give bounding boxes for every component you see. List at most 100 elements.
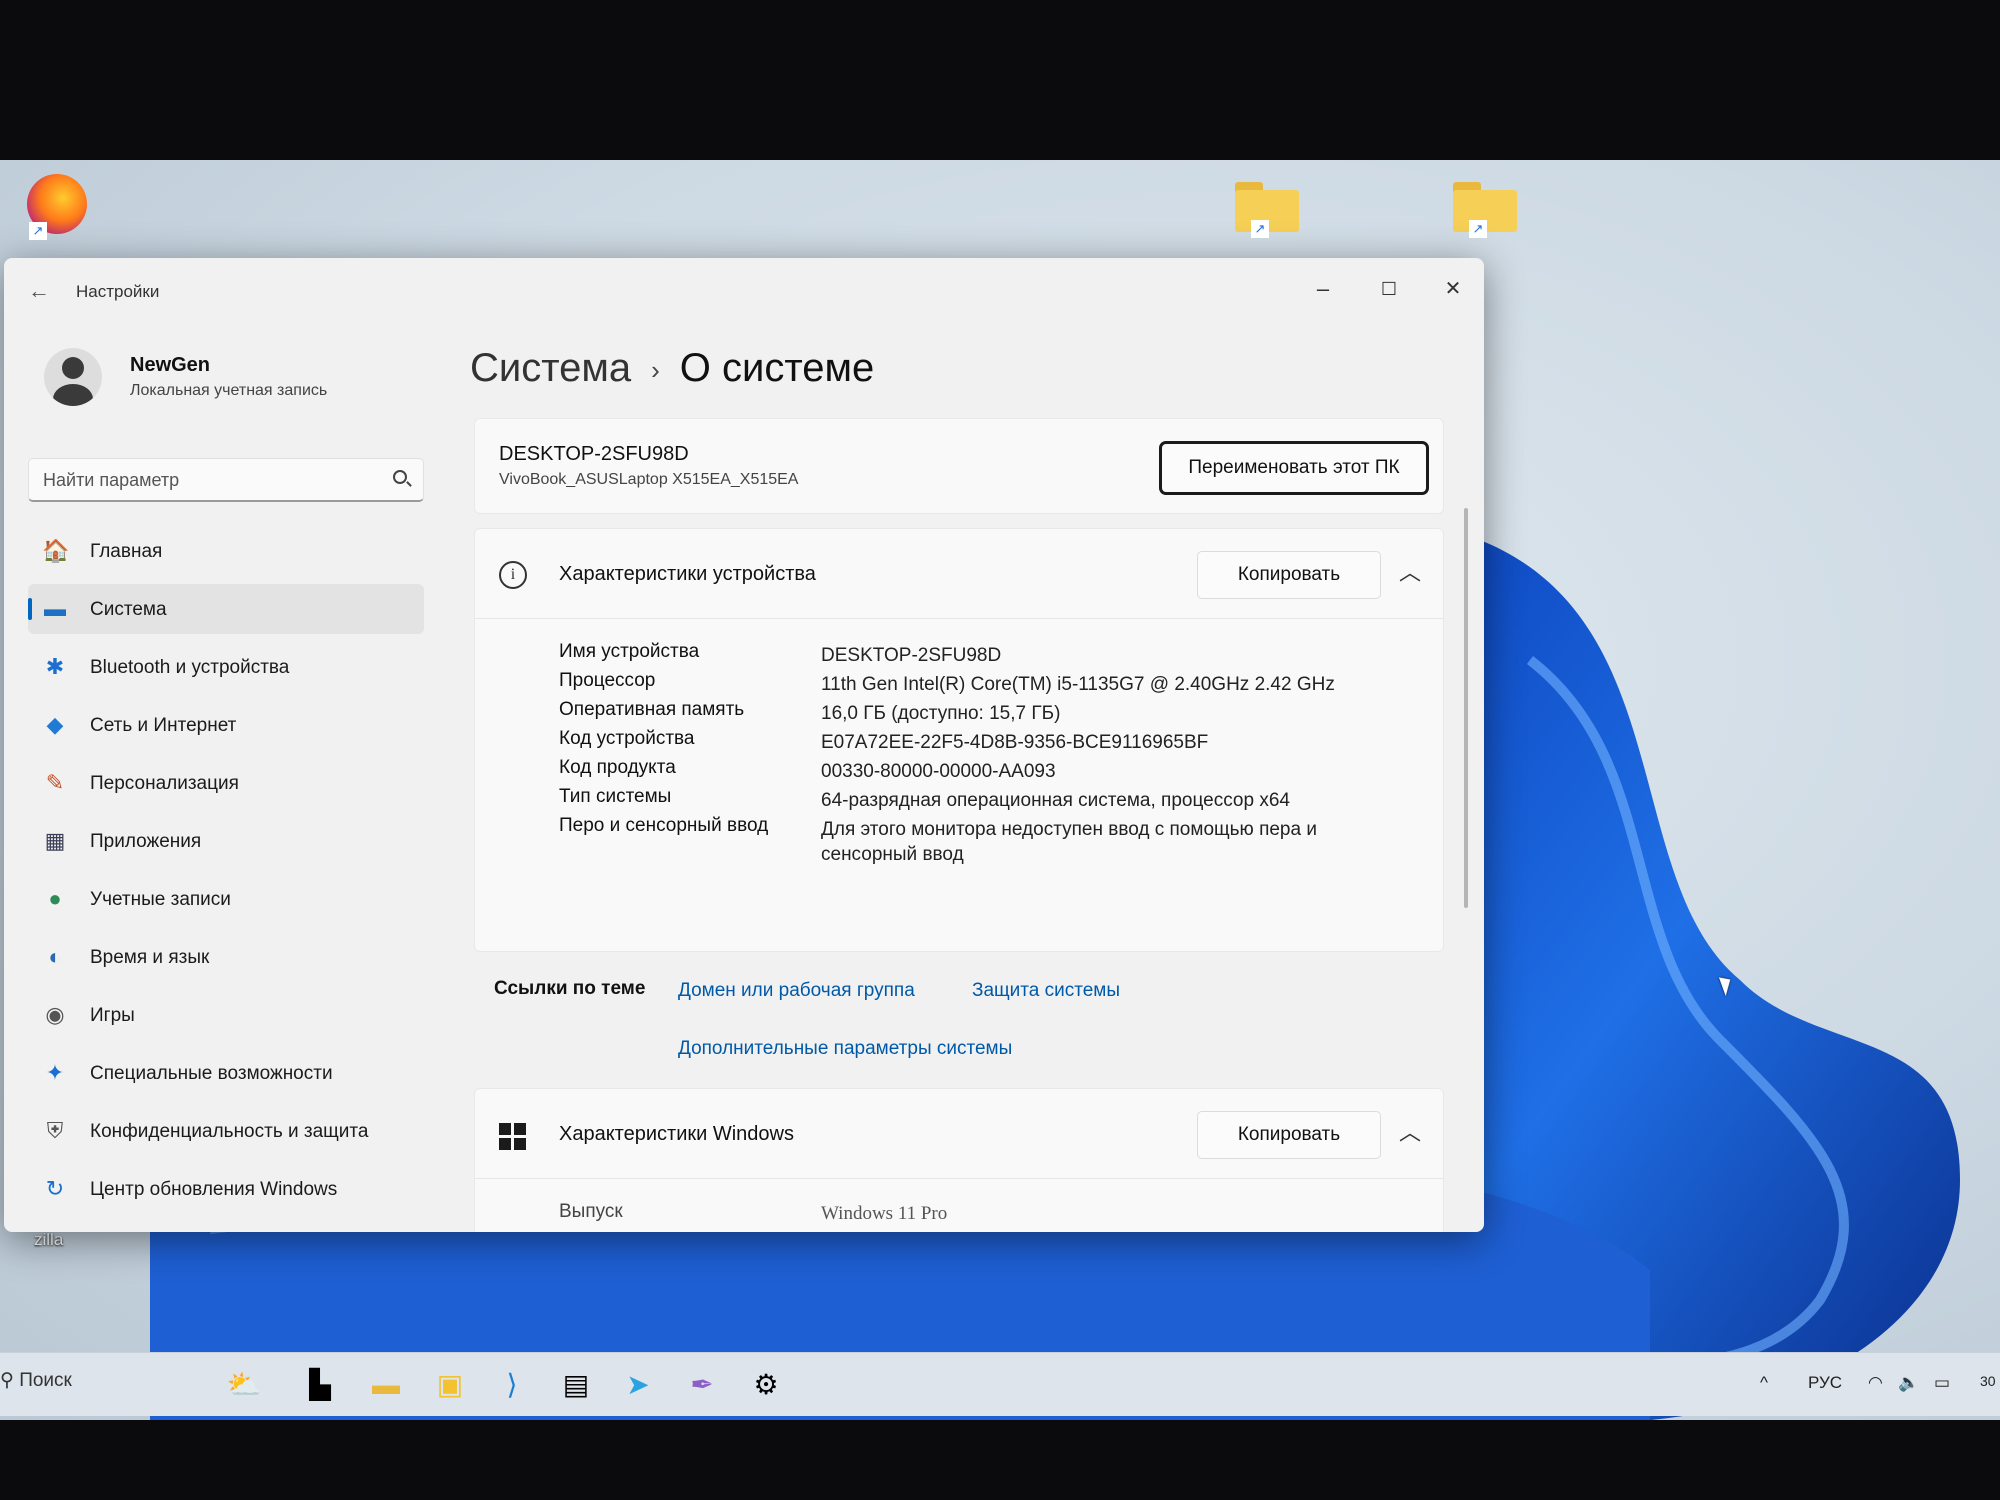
link-system-protection[interactable]: Защита системы <box>972 980 1120 1002</box>
spec-label: Выпуск <box>559 1201 623 1222</box>
language-indicator[interactable]: РУС <box>1808 1373 1842 1393</box>
time-language-icon: ◐ <box>48 944 62 969</box>
pc-model: VivoBook_ASUSLaptop X515EA_X515EA <box>499 471 799 488</box>
related-links-title: Ссылки по теме <box>494 978 646 999</box>
settings-window: ← Настройки – ☐ ✕ NewGen Локальная учетн… <box>4 258 1484 1232</box>
home-icon: 🏠 <box>42 538 70 563</box>
clock-partial[interactable]: 30 <box>1980 1373 1996 1389</box>
sidebar-item[interactable]: ◆ Сеть и Интернет <box>28 700 424 750</box>
accessibility-icon: ✦ <box>45 1060 65 1085</box>
chevron-right-icon: › <box>651 354 660 385</box>
shortcut-arrow-icon: ↗ <box>1469 220 1487 238</box>
pc-name: DESKTOP-2SFU98D <box>499 443 689 465</box>
breadcrumb-parent[interactable]: Система <box>470 346 631 390</box>
copy-windows-specs-button[interactable]: Копировать <box>1197 1111 1381 1159</box>
battery-icon[interactable]: ▭ <box>1934 1373 1950 1393</box>
chevron-up-icon[interactable]: ︿ <box>1399 1115 1421 1147</box>
main-content: Система › О системе DESKTOP-2SFU98D VivoBo… <box>464 328 1474 1232</box>
vscode-icon[interactable]: ⟩ <box>490 1363 534 1407</box>
network-icon: ◆ <box>46 712 64 737</box>
spec-label: Тип системы <box>559 786 672 807</box>
telegram-icon[interactable]: ➤ <box>616 1363 660 1407</box>
sidebar-item[interactable]: ◐ Время и язык <box>28 932 424 982</box>
breadcrumb: Система › О системе <box>470 346 874 391</box>
shield-icon: ⛨ <box>46 1118 64 1143</box>
sidebar-item-label: Сеть и Интернет <box>90 715 237 736</box>
link-domain-workgroup[interactable]: Домен или рабочая группа <box>678 980 915 1002</box>
sidebar-item[interactable]: 🏠 Главная <box>28 526 424 576</box>
shortcut-arrow-icon: ↗ <box>29 222 47 240</box>
pen-icon[interactable]: ✒ <box>680 1363 724 1407</box>
notes-icon[interactable]: ▣ <box>428 1363 472 1407</box>
windows-specs-header[interactable]: Характеристики Windows Копировать ︿ <box>475 1089 1443 1179</box>
wifi-icon[interactable]: ◠ <box>1868 1373 1883 1393</box>
rename-pc-button[interactable]: Переименовать этот ПК <box>1159 441 1429 495</box>
weather-icon[interactable]: ⛅ <box>222 1363 266 1407</box>
update-icon: ↻ <box>45 1176 65 1201</box>
device-specs-header[interactable]: i Характеристики устройства Копировать ︿ <box>475 529 1443 619</box>
link-advanced-system-settings[interactable]: Дополнительные параметры системы <box>678 1038 1012 1060</box>
copy-device-specs-button[interactable]: Копировать <box>1197 551 1381 599</box>
device-specs-card: i Характеристики устройства Копировать ︿… <box>474 528 1444 952</box>
search-input[interactable] <box>43 459 373 501</box>
folder-icon: ↗ <box>1235 182 1299 238</box>
sidebar-item[interactable]: ⛨ Конфиденциальность и защита <box>28 1106 424 1156</box>
task-view-icon[interactable]: ▙ <box>298 1363 342 1407</box>
folder-desktop-icon[interactable]: ↗ <box>1212 182 1322 238</box>
firefox-icon: ↗ <box>27 174 87 240</box>
spec-value: 16,0 ГБ (доступно: 15,7 ГБ) <box>821 703 1061 724</box>
accounts-icon: ● <box>48 886 62 911</box>
sidebar-item[interactable]: ▦ Приложения <box>28 816 424 866</box>
shortcut-arrow-icon: ↗ <box>1251 220 1269 238</box>
sidebar-item-label: Конфиденциальность и защита <box>90 1121 369 1142</box>
apps-icon: ▦ <box>44 828 66 853</box>
spec-label: Код устройства <box>559 728 695 749</box>
spec-value: DESKTOP-2SFU98D <box>821 645 1002 666</box>
sidebar-item-label: Игры <box>90 1005 135 1026</box>
related-links: Ссылки по теме Домен или рабочая группа … <box>494 964 1454 1074</box>
chevron-up-icon[interactable]: ^ <box>1760 1373 1768 1393</box>
spec-value: Для этого монитора недоступен ввод с пом… <box>821 819 1317 865</box>
sidebar-item[interactable]: ↻ Центр обновления Windows <box>28 1164 424 1214</box>
desktop-bottom-label: zilla <box>34 1230 64 1249</box>
sidebar-item[interactable]: ✎ Персонализация <box>28 758 424 808</box>
chevron-up-icon[interactable]: ︿ <box>1399 555 1421 587</box>
device-specs-title: Характеристики устройства <box>559 563 816 585</box>
sidebar-item[interactable]: ✦ Специальные возможности <box>28 1048 424 1098</box>
scrollbar[interactable] <box>1464 508 1468 908</box>
back-arrow-icon[interactable]: ← <box>28 278 50 304</box>
maximize-button[interactable]: ☐ <box>1364 272 1414 306</box>
gamepad-icon: ◉ <box>45 1002 65 1027</box>
firefox-desktop-icon[interactable]: ↗ <box>2 174 112 240</box>
close-button[interactable]: ✕ <box>1428 272 1478 306</box>
sidebar-item[interactable]: ◉ Игры <box>28 990 424 1040</box>
spec-value: Windows 11 Pro <box>821 1203 948 1224</box>
info-icon: i <box>499 561 527 589</box>
user-name: NewGen <box>130 354 211 376</box>
sidebar-item-label: Учетные записи <box>90 889 231 910</box>
windows-logo-icon <box>499 1123 527 1151</box>
sidebar-item-label: Приложения <box>90 831 202 852</box>
sidebar-item[interactable]: ● Учетные записи <box>28 874 424 924</box>
spec-value: 00330-80000-00000-AA093 <box>821 761 1056 782</box>
search-icon[interactable] <box>393 470 407 484</box>
explorer-icon[interactable]: ▬ <box>364 1363 408 1407</box>
sidebar-item-label: Bluetooth и устройства <box>90 657 290 678</box>
calculator-icon[interactable]: ▤ <box>554 1363 598 1407</box>
taskbar: ⚲ Поиск ⛅ ▙ ▬ ▣ ⟩ ▤ ➤ ✒ ⚙ ^ РУС ◠ 🔈 ▭ 30 <box>0 1352 2000 1416</box>
taskbar-search[interactable]: ⚲ Поиск <box>0 1369 72 1392</box>
spec-value: E07A72EE-22F5-4D8B-9356-BCE9116965BF <box>821 732 1209 753</box>
search-box <box>28 458 424 502</box>
settings-icon[interactable]: ⚙ <box>744 1363 788 1407</box>
windows-specs-card: Характеристики Windows Копировать ︿ Выпу… <box>474 1088 1444 1232</box>
volume-icon[interactable]: 🔈 <box>1898 1373 1919 1393</box>
windows-specs-title: Характеристики Windows <box>559 1123 794 1145</box>
taskbar-search-label: Поиск <box>19 1370 72 1391</box>
sidebar-item-label: Главная <box>90 541 163 562</box>
window-title: Настройки <box>76 282 160 301</box>
minimize-button[interactable]: – <box>1298 272 1348 306</box>
account-type: Локальная учетная запись <box>130 382 328 399</box>
sidebar-item[interactable]: ✱ Bluetooth и устройства <box>28 642 424 692</box>
sidebar-item[interactable]: ▬ Система <box>28 584 424 634</box>
folder-desktop-icon[interactable]: ↗ <box>1430 182 1540 238</box>
